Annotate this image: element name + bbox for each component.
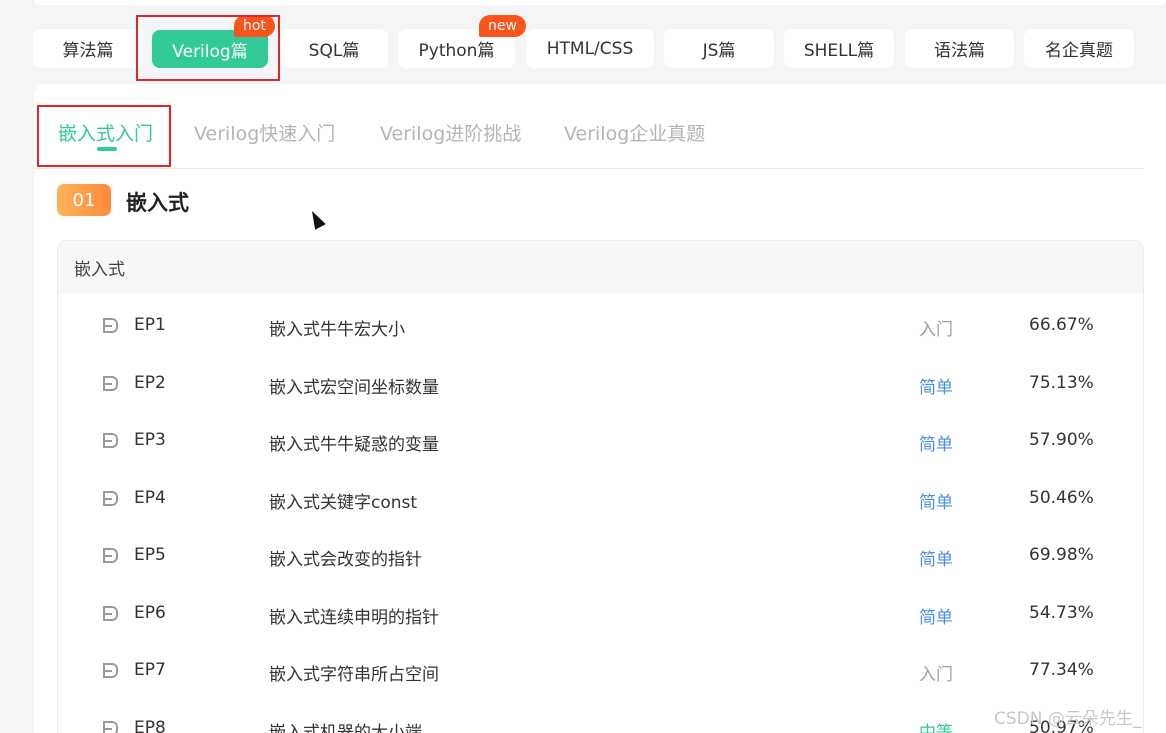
problem-row[interactable]: EP5 嵌入式会改变的指针 简单 69.98% [58, 528, 1143, 586]
problem-row[interactable]: EP8 嵌入式机器的大小端 中等 50.97% [58, 701, 1143, 733]
problem-title[interactable]: 嵌入式字符串所占空间 [269, 660, 439, 685]
difficulty-label: 入门 [919, 665, 953, 685]
document-icon [103, 548, 118, 563]
pass-rate: 57.90% [1029, 430, 1094, 450]
section-title: 嵌入式 [126, 191, 189, 215]
problem-code: EP4 [134, 487, 166, 508]
section-number-badge: 01 [57, 184, 111, 216]
document-icon [103, 375, 118, 391]
problem-title[interactable]: 嵌入式牛牛疑惑的变量 [269, 430, 439, 455]
problem-row[interactable]: EP6 嵌入式连续申明的指针 简单 54.73% [58, 586, 1143, 644]
pass-rate: 69.98% [1029, 545, 1094, 565]
tab-syntax[interactable]: 语法篇 [905, 29, 1014, 68]
pass-rate: 75.13% [1029, 372, 1094, 393]
active-subtab-indicator [97, 147, 117, 151]
hot-badge: hot [234, 15, 275, 37]
document-icon [103, 605, 118, 621]
difficulty-label: 中等 [919, 722, 953, 733]
document-icon [103, 318, 118, 333]
document-icon [103, 490, 118, 506]
pass-rate: 54.73% [1029, 602, 1094, 623]
problem-code: EP5 [134, 545, 166, 565]
tab-shell[interactable]: SHELL篇 [784, 29, 894, 68]
tab-js[interactable]: JS篇 [664, 29, 774, 68]
problem-title[interactable]: 嵌入式机器的大小端 [269, 718, 422, 733]
watermark: CSDN @云朵先生_ [994, 709, 1142, 729]
difficulty-label: 简单 [919, 550, 953, 570]
problem-row[interactable]: EP4 嵌入式关键字const 简单 50.46% [58, 471, 1143, 529]
problem-title[interactable]: 嵌入式连续申明的指针 [269, 603, 439, 628]
problem-title[interactable]: 嵌入式关键字const [269, 488, 417, 513]
tab-sql[interactable]: SQL篇 [280, 29, 388, 68]
category-tab-bar: 算法篇 Verilog篇 hot SQL篇 Python篇 new HTML/C… [0, 0, 1166, 80]
difficulty-label: 简单 [919, 492, 953, 513]
tab-company-questions[interactable]: 名企真题 [1024, 29, 1134, 68]
pass-rate: 66.67% [1029, 315, 1094, 335]
new-badge: new [479, 15, 526, 37]
problem-code: EP6 [134, 602, 166, 623]
difficulty-label: 入门 [919, 320, 953, 340]
problem-list: 嵌入式 EP1 嵌入式牛牛宏大小 入门 66.67% EP2 嵌入式宏空间坐标数量 简单 75… [57, 240, 1144, 733]
problem-row[interactable]: EP3 嵌入式牛牛疑惑的变量 简单 57.90% [58, 413, 1143, 471]
difficulty-label: 简单 [919, 607, 953, 628]
subtab-verilog-company[interactable]: Verilog企业真题 [564, 119, 705, 146]
tab-html-css[interactable]: HTML/CSS [526, 29, 654, 68]
difficulty-label: 简单 [919, 377, 953, 398]
problem-row[interactable]: EP2 嵌入式宏空间坐标数量 简单 75.13% [58, 356, 1143, 414]
subtab-verilog-advanced[interactable]: Verilog进阶挑战 [380, 119, 521, 146]
tab-algorithm[interactable]: 算法篇 [33, 29, 143, 68]
document-icon [103, 433, 118, 448]
pass-rate: 77.34% [1029, 660, 1094, 680]
problem-title[interactable]: 嵌入式牛牛宏大小 [269, 315, 405, 340]
problem-row[interactable]: EP7 嵌入式字符串所占空间 入门 77.34% [58, 643, 1143, 701]
difficulty-label: 简单 [919, 435, 953, 455]
document-icon [103, 720, 118, 733]
problem-code: EP7 [134, 660, 166, 680]
problem-row[interactable]: EP1 嵌入式牛牛宏大小 入门 66.67% [58, 298, 1143, 356]
problem-code: EP2 [134, 372, 166, 393]
subtab-divider [34, 168, 1144, 169]
document-icon [103, 663, 118, 678]
pass-rate: 50.46% [1029, 487, 1094, 508]
problem-code: EP3 [134, 430, 166, 450]
problem-code: EP1 [134, 315, 166, 335]
subtab-verilog-quickstart[interactable]: Verilog快速入门 [194, 119, 335, 146]
subtab-embedded-intro[interactable]: 嵌入式入门 [58, 119, 153, 146]
list-header: 嵌入式 [58, 241, 1143, 293]
problem-code: EP8 [134, 717, 166, 733]
problem-title[interactable]: 嵌入式会改变的指针 [269, 545, 422, 570]
problem-title[interactable]: 嵌入式宏空间坐标数量 [269, 373, 439, 398]
